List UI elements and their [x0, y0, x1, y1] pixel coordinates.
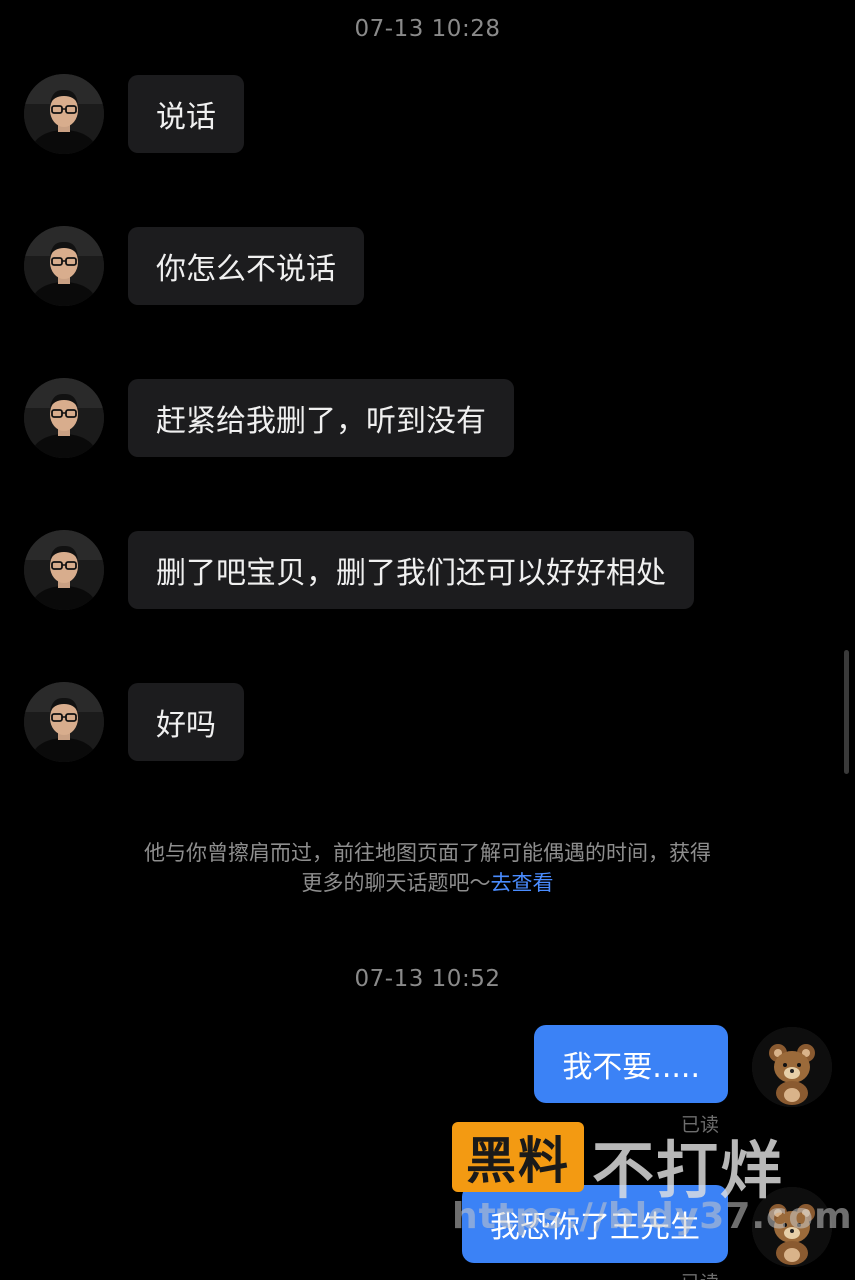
incoming-message[interactable]: 好吗 [128, 683, 244, 761]
contact-avatar[interactable] [24, 378, 104, 458]
man-with-glasses-avatar-icon [24, 74, 104, 154]
my-avatar[interactable] [752, 1027, 832, 1107]
man-with-glasses-avatar-icon [24, 530, 104, 610]
watermark-badge: 黑料 [452, 1122, 584, 1192]
incoming-message[interactable]: 删了吧宝贝，删了我们还可以好好相处 [128, 531, 694, 609]
watermark-url: https://bldy37.com [452, 1196, 853, 1237]
system-note-line2: 更多的聊天话题吧～ [301, 871, 491, 895]
man-with-glasses-avatar-icon [24, 682, 104, 762]
teddy-bear-avatar-icon [752, 1027, 832, 1107]
man-with-glasses-avatar-icon [24, 226, 104, 306]
timestamp: 07-13 10:28 [354, 16, 501, 42]
read-status: 已读 [681, 1268, 719, 1280]
incoming-message[interactable]: 你怎么不说话 [128, 227, 364, 305]
outgoing-message[interactable]: 我不要..... [534, 1025, 728, 1103]
system-note-line1: 他与你曾擦肩而过，前往地图页面了解可能偶遇的时间，获得 [144, 841, 711, 865]
incoming-message[interactable]: 赶紧给我删了，听到没有 [128, 379, 514, 457]
contact-avatar[interactable] [24, 226, 104, 306]
view-map-link[interactable]: 去查看 [491, 871, 554, 895]
encounter-system-note: 他与你曾擦肩而过，前往地图页面了解可能偶遇的时间，获得 更多的聊天话题吧～去查看 [100, 838, 755, 898]
contact-avatar[interactable] [24, 74, 104, 154]
scrollbar[interactable] [844, 650, 849, 774]
contact-avatar[interactable] [24, 530, 104, 610]
incoming-message[interactable]: 说话 [128, 75, 244, 153]
timestamp: 07-13 10:52 [354, 966, 501, 992]
man-with-glasses-avatar-icon [24, 378, 104, 458]
watermark: 黑料 不打烊 https://bldy37.com [452, 1120, 852, 1260]
contact-avatar[interactable] [24, 682, 104, 762]
